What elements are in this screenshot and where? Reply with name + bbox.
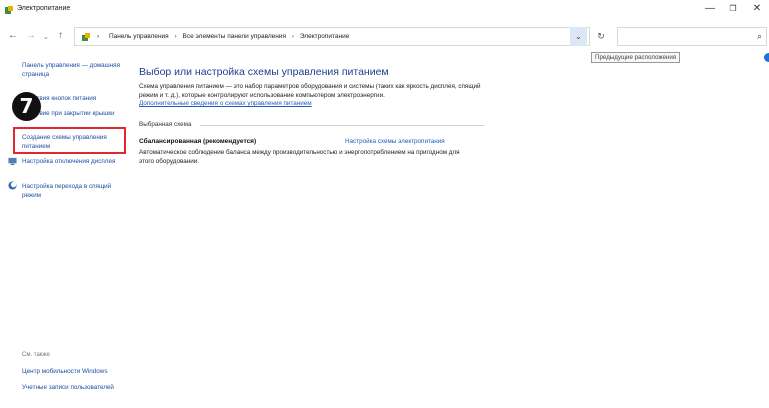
breadcrumb-separator: › bbox=[291, 33, 295, 40]
window-title: Электропитание bbox=[17, 5, 71, 12]
tooltip-previous-locations: Предыдущие расположения bbox=[591, 52, 681, 63]
minimize-button[interactable]: — bbox=[698, 2, 722, 16]
breadcrumb-power-options[interactable]: Электропитание bbox=[300, 33, 350, 40]
control-panel-icon bbox=[82, 33, 90, 41]
sleep-icon bbox=[8, 181, 17, 190]
address-bar[interactable]: › Панель управления › Все элементы панел… bbox=[74, 27, 590, 46]
breadcrumb: › Панель управления › Все элементы панел… bbox=[97, 33, 349, 40]
forward-arrow-icon[interactable]: → bbox=[26, 30, 36, 42]
sidebar-item-mobility-center[interactable]: Центр мобильности Windows bbox=[22, 367, 132, 376]
breadcrumb-all-items[interactable]: Все элементы панели управления bbox=[183, 33, 287, 40]
search-icon[interactable]: ⌕ bbox=[757, 31, 762, 42]
address-dropdown-icon[interactable]: ⌄ bbox=[570, 27, 587, 46]
sidebar-item-home[interactable]: Панель управления — домашняя страница bbox=[22, 61, 122, 79]
breadcrumb-separator: › bbox=[174, 33, 177, 40]
group-divider bbox=[200, 125, 484, 126]
back-arrow-icon[interactable]: ← bbox=[8, 30, 18, 42]
page-title: Выбор или настройка схемы управления пит… bbox=[139, 66, 389, 78]
refresh-icon[interactable]: ↻ bbox=[593, 27, 609, 46]
navigation-bar: ← → ⌄ ↑ › Панель управления › Все элемен… bbox=[0, 24, 769, 48]
plan-settings-link[interactable]: Настройка схемы электропитания bbox=[345, 138, 445, 145]
plan-description: Автоматическое соблюдение баланса между … bbox=[139, 149, 460, 165]
step-number-badge: 7 bbox=[12, 92, 41, 121]
title-bar: Электропитание — ❐ ✕ bbox=[0, 0, 769, 20]
power-options-icon bbox=[5, 6, 13, 14]
highlight-box bbox=[13, 127, 126, 154]
display-icon bbox=[8, 157, 17, 166]
breadcrumb-separator: › bbox=[97, 33, 100, 40]
sidebar-item-display-off[interactable]: Настройка отключения дисплея bbox=[22, 157, 122, 166]
close-button[interactable]: ✕ bbox=[745, 2, 769, 16]
search-input[interactable]: ⌕ bbox=[617, 27, 767, 46]
up-arrow-icon[interactable]: ↑ bbox=[58, 30, 63, 42]
sidebar-item-user-accounts[interactable]: Учетные записи пользователей bbox=[22, 383, 122, 392]
breadcrumb-control-panel[interactable]: Панель управления bbox=[109, 33, 169, 40]
selected-plan-label: Выбранная схема bbox=[139, 121, 192, 128]
more-info-link[interactable]: Дополнительные сведения о схемах управле… bbox=[139, 100, 312, 107]
maximize-button[interactable]: ❐ bbox=[721, 2, 745, 16]
sidebar-item-sleep[interactable]: Настройка перехода в спящий режим bbox=[22, 182, 122, 200]
see-also-label: См. также bbox=[22, 352, 50, 358]
recent-locations-icon[interactable]: ⌄ bbox=[43, 32, 49, 44]
plan-name: Сбалансированная (рекомендуется) bbox=[139, 138, 257, 145]
help-icon[interactable] bbox=[764, 53, 769, 62]
page-description: Схема управления питанием — это набор па… bbox=[139, 83, 481, 99]
